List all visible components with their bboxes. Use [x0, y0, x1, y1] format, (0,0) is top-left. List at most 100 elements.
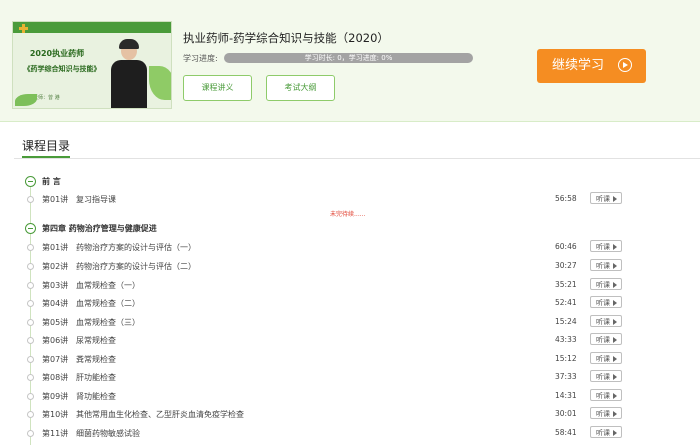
- lecture-title[interactable]: 血常规检查（一）: [76, 280, 140, 291]
- thumbnail-topbar: [13, 22, 171, 33]
- lecture-number: 第01讲: [42, 195, 69, 204]
- lecture-duration: 15:24: [555, 317, 577, 326]
- lecture-duration: 30:01: [555, 409, 577, 418]
- lecture-number: 第01讲: [42, 243, 69, 252]
- listen-label: 听课: [596, 429, 610, 437]
- timeline-dot-icon: [27, 356, 34, 363]
- lecture-title[interactable]: 粪常规检查: [76, 354, 116, 365]
- listen-label: 听课: [596, 262, 610, 270]
- lecture-number: 第05讲: [42, 318, 69, 327]
- play-circle-icon: [618, 58, 632, 72]
- lecture-row[interactable]: 第01讲 复习指导课 56:58 听课: [0, 192, 700, 208]
- timeline-dot-icon: [27, 244, 34, 251]
- play-triangle-icon: [613, 244, 617, 250]
- lecture-number: 第06讲: [42, 336, 69, 345]
- lecture-duration: 43:33: [555, 335, 577, 344]
- catalog-divider: [14, 158, 700, 159]
- timeline-dot-icon: [27, 263, 34, 270]
- listen-button[interactable]: 听课: [590, 333, 622, 345]
- play-triangle-icon: [613, 300, 617, 306]
- progress-bar: 学习时长: 0，学习进度: 0%: [224, 53, 473, 63]
- lecture-title[interactable]: 血常规检查（二）: [76, 298, 140, 309]
- lecture-title[interactable]: 其他常用血生化检查、乙型肝炎血清免疫学检查: [76, 409, 244, 420]
- lecture-duration: 60:46: [555, 242, 577, 251]
- lecture-row[interactable]: 第04讲 血常规检查（二） 52:41 听课: [0, 296, 700, 312]
- lecture-row[interactable]: 第05讲 血常规检查（三） 15:24 听课: [0, 315, 700, 331]
- chapter-row[interactable]: 前 言: [0, 174, 700, 190]
- listen-label: 听课: [596, 373, 610, 381]
- listen-button[interactable]: 听课: [590, 407, 622, 419]
- lecture-row[interactable]: 第02讲 药物治疗方案的设计与评估（二） 30:27 听课: [0, 259, 700, 275]
- lecture-row[interactable]: 第11讲 细菌药物敏感试验 58:41 听课: [0, 426, 700, 442]
- leaf-decoration-icon: [15, 94, 37, 106]
- lecture-duration: 35:21: [555, 280, 577, 289]
- lecture-title[interactable]: 药物治疗方案的设计与评估（二）: [76, 261, 196, 272]
- lecture-title[interactable]: 肾功能检查: [76, 391, 116, 402]
- lecture-row[interactable]: 第08讲 肝功能检查 37:33 听课: [0, 370, 700, 386]
- collapse-icon[interactable]: [25, 176, 36, 187]
- play-triangle-icon: [613, 393, 617, 399]
- lecture-row[interactable]: 第03讲 血常规检查（一） 35:21 听课: [0, 278, 700, 294]
- continue-learning-button[interactable]: 继续学习: [537, 49, 646, 83]
- lecture-duration: 52:41: [555, 298, 577, 307]
- listen-button[interactable]: 听课: [590, 240, 622, 252]
- lecture-title[interactable]: 细菌药物敏感试验: [76, 428, 140, 439]
- listen-label: 听课: [596, 318, 610, 326]
- thumbnail-title-line1: 2020执业药师: [29, 49, 85, 58]
- course-thumbnail[interactable]: 2020执业药师 《药学综合知识与技能》 主讲老师：曾 港: [12, 21, 172, 109]
- listen-button[interactable]: 听课: [590, 259, 622, 271]
- play-triangle-icon: [613, 411, 617, 417]
- listen-label: 听课: [596, 299, 610, 307]
- progress-text: 学习时长: 0，学习进度: 0%: [304, 54, 393, 62]
- listen-label: 听课: [596, 243, 610, 251]
- listen-button[interactable]: 听课: [590, 278, 622, 290]
- play-triangle-icon: [613, 337, 617, 343]
- listen-button[interactable]: 听课: [590, 352, 622, 364]
- lecture-duration: 15:12: [555, 354, 577, 363]
- listen-button[interactable]: 听课: [590, 296, 622, 308]
- lectures-button[interactable]: 课程讲义: [183, 75, 252, 101]
- lecture-number: 第02讲: [42, 262, 69, 271]
- lecture-duration: 14:31: [555, 391, 577, 400]
- continue-learning-label: 继续学习: [552, 58, 605, 73]
- play-triangle-icon: [613, 319, 617, 325]
- collapse-icon[interactable]: [25, 223, 36, 234]
- chapter-row[interactable]: 第四章 药物治疗管理与健康促进: [0, 221, 700, 237]
- lecture-title[interactable]: 尿常规检查: [76, 335, 116, 346]
- lecture-row[interactable]: 第09讲 肾功能检查 14:31 听课: [0, 389, 700, 405]
- lecture-duration: 56:58: [555, 194, 577, 203]
- timeline-dot-icon: [27, 196, 34, 203]
- listen-label: 听课: [596, 355, 610, 363]
- chapter-title: 前 言: [42, 177, 61, 186]
- timeline-dot-icon: [27, 319, 34, 326]
- timeline-dot-icon: [27, 430, 34, 437]
- medical-cross-icon: [19, 24, 28, 33]
- timeline-dot-icon: [27, 282, 34, 289]
- timeline-dot-icon: [27, 300, 34, 307]
- lecture-number: 第09讲: [42, 392, 69, 401]
- listen-button[interactable]: 听课: [590, 315, 622, 327]
- lecture-row[interactable]: 第01讲 药物治疗方案的设计与评估（一） 60:46 听课: [0, 240, 700, 256]
- lecture-title[interactable]: 肝功能检查: [76, 372, 116, 383]
- lecture-number: 第04讲: [42, 299, 69, 308]
- listen-button[interactable]: 听课: [590, 370, 622, 382]
- timeline-dot-icon: [27, 411, 34, 418]
- progress-label: 学习进度:: [183, 54, 218, 63]
- exam-outline-button[interactable]: 考试大纲: [266, 75, 335, 101]
- lecture-row[interactable]: 第06讲 尿常规检查 43:33 听课: [0, 333, 700, 349]
- play-triangle-icon: [613, 263, 617, 269]
- listen-label: 听课: [596, 281, 610, 289]
- listen-button[interactable]: 听课: [590, 389, 622, 401]
- lecture-row[interactable]: 第10讲 其他常用血生化检查、乙型肝炎血清免疫学检查 30:01 听课: [0, 407, 700, 423]
- lecture-title[interactable]: 复习指导课: [76, 194, 116, 205]
- course-header: 2020执业药师 《药学综合知识与技能》 主讲老师：曾 港 执业药师-药学综合知…: [0, 0, 700, 122]
- lecture-title[interactable]: 药物治疗方案的设计与评估（一）: [76, 242, 196, 253]
- catalog-title[interactable]: 课程目录: [22, 137, 70, 154]
- listen-button[interactable]: 听课: [590, 192, 622, 204]
- lecture-title[interactable]: 血常规检查（三）: [76, 317, 140, 328]
- to-be-continued-notice: 未完待续......: [330, 211, 366, 218]
- timeline-dot-icon: [27, 337, 34, 344]
- lecture-row[interactable]: 第07讲 粪常规检查 15:12 听课: [0, 352, 700, 368]
- play-triangle-icon: [613, 282, 617, 288]
- listen-button[interactable]: 听课: [590, 426, 622, 438]
